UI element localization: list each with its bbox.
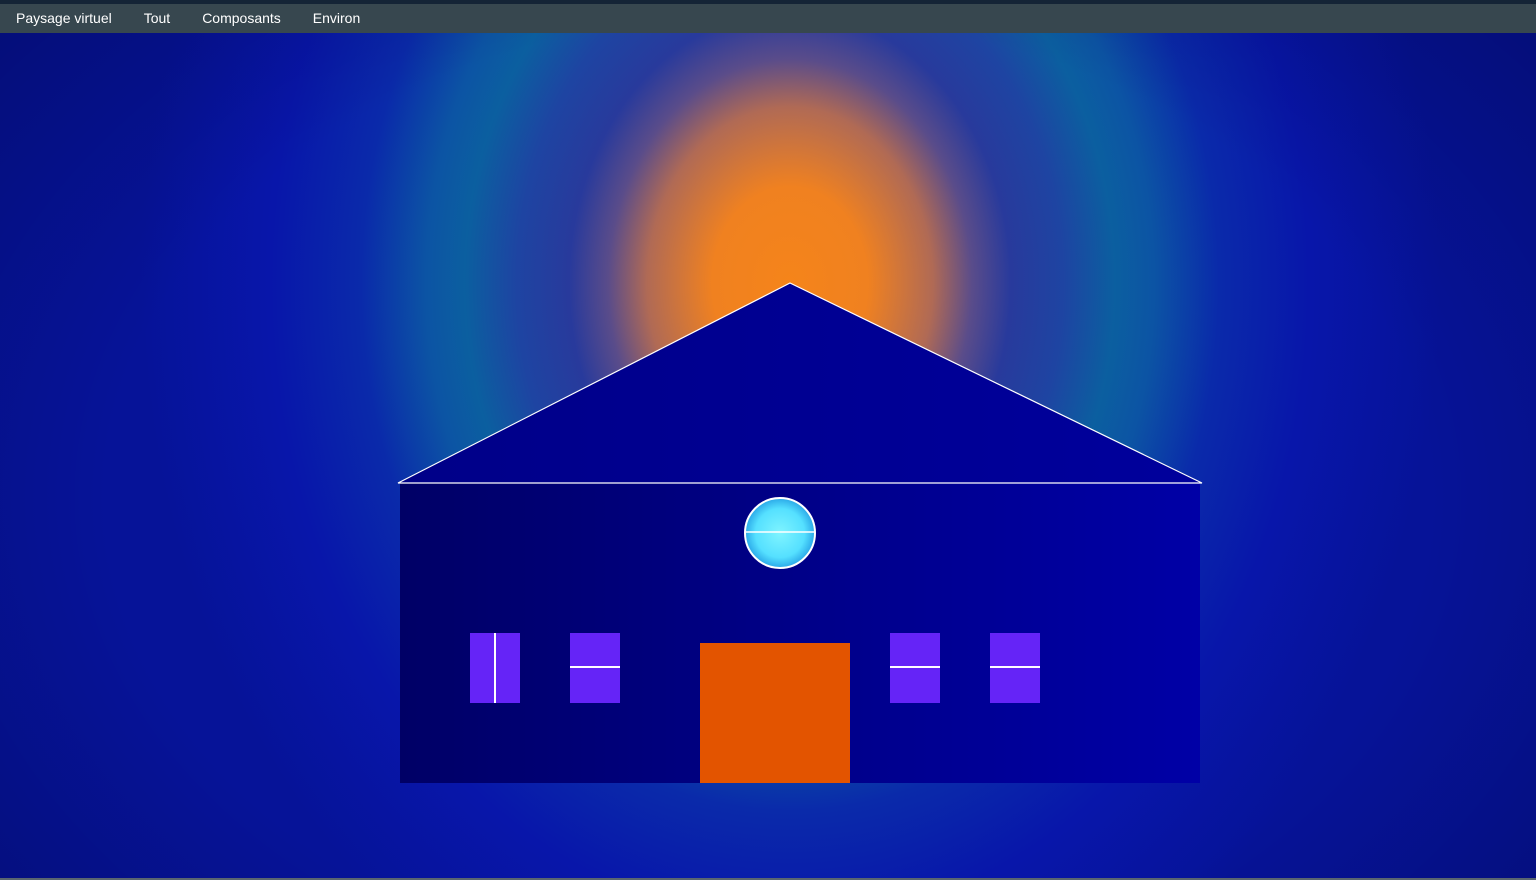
menu-item-environ[interactable]: Environ [313,4,360,33]
menu-item-tout[interactable]: Tout [144,4,170,33]
house-roof[interactable] [397,282,1203,484]
house-door[interactable] [700,643,850,783]
round-window[interactable] [744,497,816,569]
window-3[interactable] [890,633,940,703]
menu-item-paysage-virtuel[interactable]: Paysage virtuel [16,4,112,33]
menu-item-composants[interactable]: Composants [202,4,281,33]
window-4[interactable] [990,633,1040,703]
menu-bar: Paysage virtuel Tout Composants Environ [0,4,1536,33]
window-2[interactable] [570,633,620,703]
window-1[interactable] [470,633,520,703]
house-illustration [397,282,1203,783]
landscape-canvas[interactable] [0,33,1536,878]
